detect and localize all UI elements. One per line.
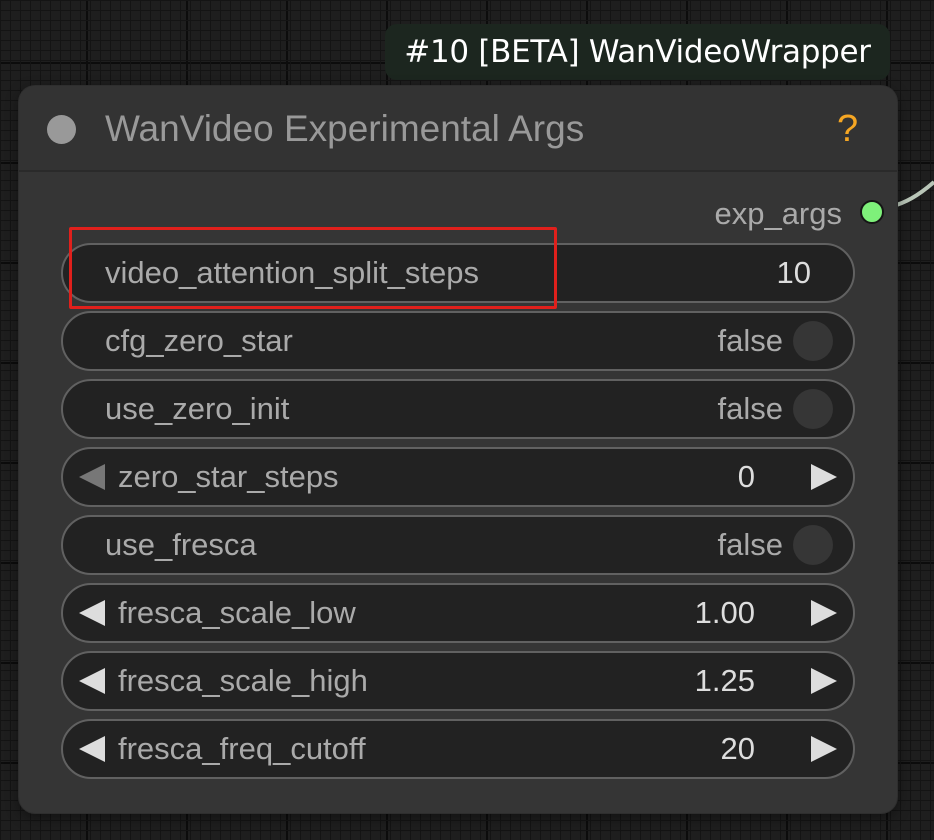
toggle-knob-icon[interactable] [793,525,833,565]
widget-value: 1.25 [694,663,755,698]
output-label-exp-args: exp_args [714,196,842,231]
widget-label: video_attention_split_steps [105,255,479,290]
decrement-arrow-icon[interactable] [79,464,105,490]
node-group-badge: #10 [BETA] WanVideoWrapper [385,24,890,80]
increment-arrow-icon[interactable] [811,464,837,490]
widget-label: fresca_scale_high [118,663,368,698]
widget-fresca-freq-cutoff[interactable]: fresca_freq_cutoff 20 [61,719,855,779]
decrement-arrow-icon[interactable] [79,668,105,694]
widget-cfg-zero-star[interactable]: cfg_zero_star false [61,311,855,371]
widget-value: 20 [720,731,755,766]
widget-use-zero-init[interactable]: use_zero_init false [61,379,855,439]
experimental-args-node[interactable]: WanVideo Experimental Args ? exp_args vi… [19,86,897,813]
node-header[interactable]: WanVideo Experimental Args ? [19,86,897,172]
node-title: WanVideo Experimental Args [105,108,585,149]
widget-label: use_fresca [105,527,257,562]
widget-value: 10 [776,255,811,290]
increment-arrow-icon[interactable] [811,668,837,694]
widget-label: fresca_scale_low [118,595,356,630]
widget-value: false [717,527,783,562]
decrement-arrow-icon[interactable] [79,600,105,626]
decrement-arrow-icon[interactable] [79,736,105,762]
help-icon[interactable]: ? [837,106,858,152]
increment-arrow-icon[interactable] [811,600,837,626]
widget-value: 0 [737,459,755,494]
widget-label: cfg_zero_star [105,323,293,358]
widget-value: false [717,323,783,358]
widget-zero-star-steps[interactable]: zero_star_steps 0 [61,447,855,507]
widget-fresca-scale-high[interactable]: fresca_scale_high 1.25 [61,651,855,711]
widget-value: 1.00 [694,595,755,630]
widget-label: fresca_freq_cutoff [118,731,366,766]
toggle-knob-icon[interactable] [793,389,833,429]
widget-value: false [717,391,783,426]
widget-fresca-scale-low[interactable]: fresca_scale_low 1.00 [61,583,855,643]
increment-arrow-icon[interactable] [811,736,837,762]
widget-video-attention-split-steps[interactable]: video_attention_split_steps 10 [61,243,855,303]
widget-use-fresca[interactable]: use_fresca false [61,515,855,575]
widget-label: zero_star_steps [118,459,339,494]
toggle-knob-icon[interactable] [793,321,833,361]
output-socket-icon[interactable] [860,200,884,224]
widget-label: use_zero_init [105,391,290,426]
collapse-dot-icon[interactable] [47,115,76,144]
